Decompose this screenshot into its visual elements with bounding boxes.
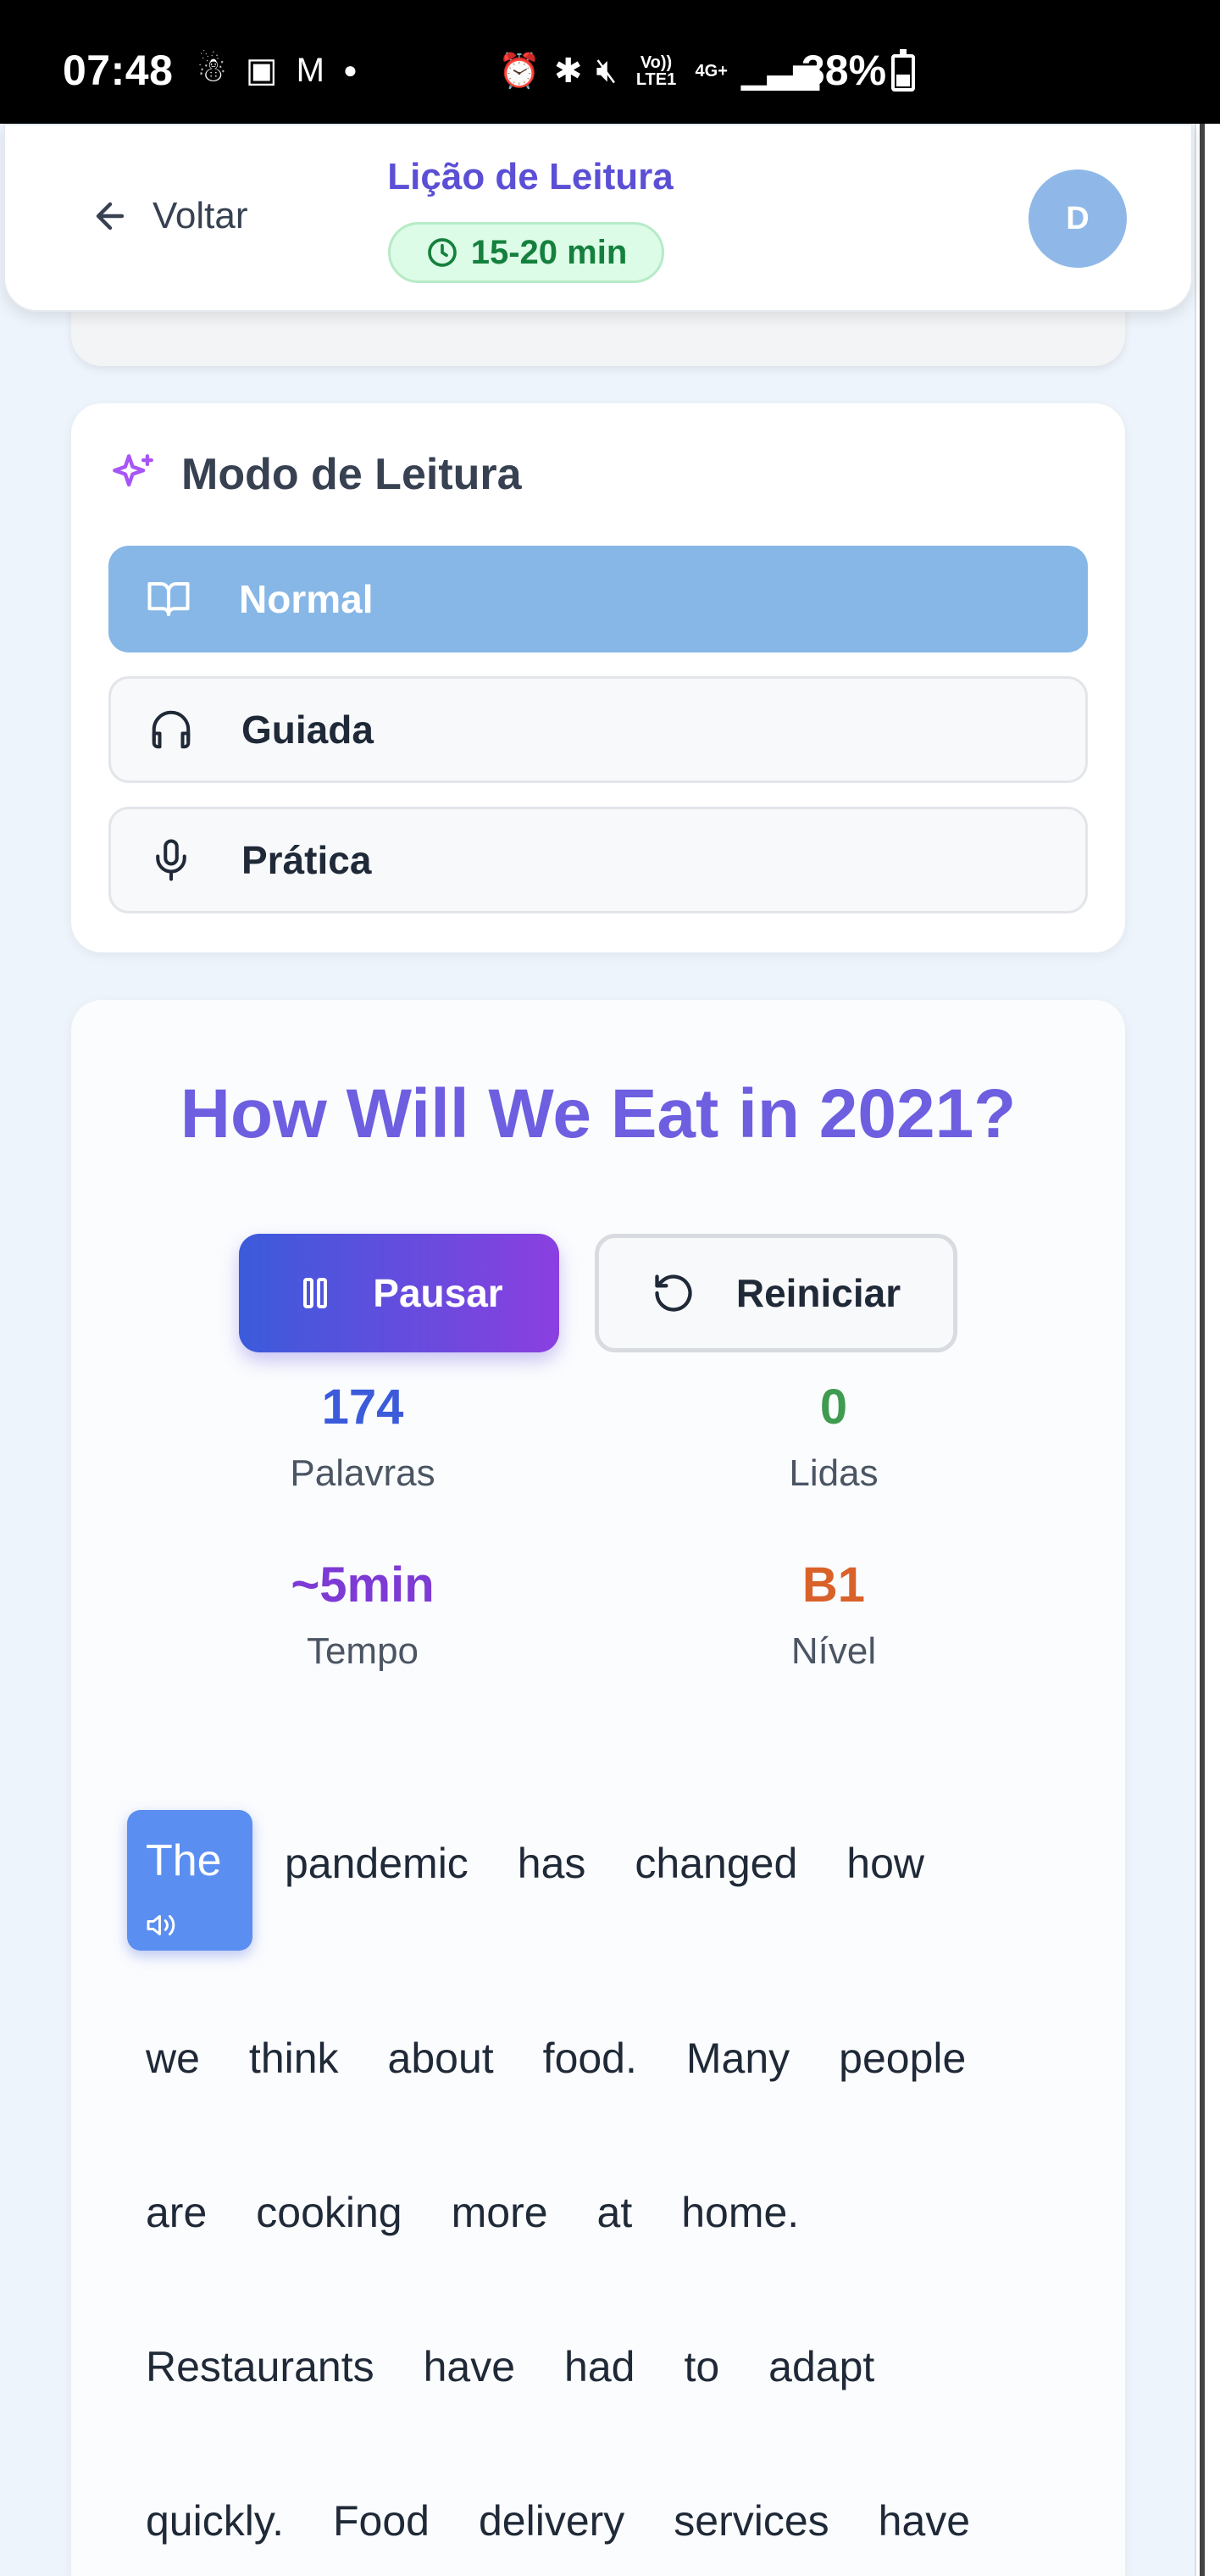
rotate-ccw-icon — [655, 1274, 692, 1312]
word[interactable]: have — [424, 2342, 515, 2391]
arrow-left-icon — [96, 202, 125, 230]
word[interactable]: cooking — [256, 2188, 402, 2237]
mode-option-guided[interactable]: Guiada — [108, 676, 1088, 783]
word[interactable]: about — [388, 2034, 494, 2083]
gmail-icon: M — [296, 51, 324, 89]
status-bar: 07:48 ☃ ▣ M ● ⏰ ✱ 🔇︎ Vo)) LTE1 4G+ ▁▃▅ 3… — [0, 0, 1220, 124]
mode-label: Normal — [239, 577, 374, 621]
clock-icon — [427, 238, 457, 267]
android-icon: ☃ — [197, 52, 227, 89]
lesson-title: How Will We Eat in 2021? — [180, 1075, 1017, 1152]
battery-percent: 38% — [801, 47, 887, 94]
page-title: Lição de Leitura — [387, 156, 674, 197]
back-button[interactable]: Voltar — [90, 195, 248, 237]
pause-button[interactable]: Pausar — [239, 1234, 559, 1352]
lesson-card: How Will We Eat in 2021? Pausar Reinicia… — [71, 1000, 1125, 2576]
word[interactable]: Many — [686, 2034, 790, 2083]
text-line: quickly. Food delivery services have — [146, 2496, 1019, 2545]
word[interactable]: adapt — [768, 2342, 874, 2391]
word[interactable]: changed — [635, 1839, 797, 1888]
word[interactable]: we — [146, 2034, 200, 2083]
system-icons: ⏰ ✱ 🔇︎ Vo)) LTE1 4G+ ▁▃▅ — [498, 51, 819, 91]
headphones-icon — [152, 710, 191, 749]
word[interactable]: has — [518, 1839, 586, 1888]
text-line: are cooking more at home. — [146, 2188, 848, 2237]
scrollbar[interactable] — [1195, 124, 1220, 2576]
volte-icon: Vo)) LTE1 — [635, 53, 677, 89]
text-line: The pandemic has changed how — [127, 1810, 973, 1951]
status-time: 07:48 — [63, 47, 174, 94]
word[interactable]: think — [249, 2034, 339, 2083]
restart-label: Reiniciar — [735, 1271, 901, 1315]
stat-time: ~5min Tempo — [236, 1556, 490, 1674]
current-word[interactable]: The — [127, 1810, 252, 1951]
word[interactable]: food. — [543, 2034, 637, 2083]
gallery-icon: ▣ — [245, 52, 278, 89]
word[interactable]: people — [839, 2034, 966, 2083]
word[interactable]: had — [564, 2342, 635, 2391]
stat-words-label: Palavras — [290, 1452, 435, 1494]
pause-icon — [303, 1278, 328, 1308]
word: The — [146, 1836, 222, 1885]
stat-level-label: Nível — [790, 1630, 877, 1672]
word[interactable]: quickly. — [146, 2496, 284, 2545]
book-open-icon — [147, 581, 190, 617]
back-label: Voltar — [152, 195, 248, 236]
duration-badge: 15-20 min — [388, 222, 664, 283]
word[interactable]: pandemic — [285, 1839, 469, 1888]
mute-icon: 🔇︎ — [596, 52, 618, 89]
speaker-icon — [147, 1915, 175, 1935]
word[interactable]: Restaurants — [146, 2342, 374, 2391]
stat-level-value: B1 — [801, 1557, 866, 1613]
word[interactable]: have — [879, 2496, 970, 2545]
mode-label: Prática — [241, 838, 372, 882]
top-header: Voltar Lição de Leitura 15-20 min D — [3, 124, 1193, 312]
stat-time-label: Tempo — [306, 1630, 419, 1672]
battery-icon — [891, 49, 915, 92]
word[interactable]: Food — [333, 2496, 430, 2545]
text-line: we think about food. Many people — [146, 2034, 1015, 2083]
pause-label: Pausar — [373, 1271, 503, 1315]
word[interactable]: how — [846, 1839, 924, 1888]
word[interactable]: home. — [681, 2188, 799, 2237]
microphone-icon — [156, 839, 186, 881]
duration-label: 15-20 min — [470, 233, 628, 271]
word[interactable]: are — [146, 2188, 207, 2237]
word[interactable]: services — [674, 2496, 829, 2545]
stat-level: B1 Nível — [707, 1556, 961, 1674]
stat-time-value: ~5min — [291, 1557, 435, 1613]
word[interactable]: at — [597, 2188, 633, 2237]
mode-option-practice[interactable]: Prática — [108, 807, 1088, 913]
alarm-icon: ⏰ — [498, 53, 541, 90]
sparkles-icon — [113, 454, 153, 487]
avatar[interactable]: D — [1029, 169, 1127, 268]
reading-mode-card: Modo de Leitura Normal Guiada Prática — [71, 403, 1125, 952]
network-4g-icon: 4G+ — [695, 61, 728, 80]
reading-mode-heading: Modo de Leitura — [108, 449, 522, 500]
reading-mode-title: Modo de Leitura — [181, 450, 522, 499]
stat-read: 0 Lidas — [707, 1378, 961, 1496]
notification-icons: ☃ ▣ M ● — [197, 51, 358, 90]
stat-read-value: 0 — [819, 1380, 848, 1435]
text-line: Restaurants have had to adapt — [146, 2342, 923, 2391]
stat-words-value: 174 — [321, 1380, 404, 1435]
mode-label: Guiada — [241, 708, 374, 752]
restart-button[interactable]: Reiniciar — [595, 1234, 957, 1352]
dot-icon: ● — [342, 57, 358, 83]
word[interactable]: more — [452, 2188, 548, 2237]
stat-words: 174 Palavras — [236, 1378, 490, 1496]
stat-read-label: Lidas — [789, 1452, 879, 1494]
bluetooth-icon: ✱ — [553, 52, 583, 90]
word[interactable]: delivery — [479, 2496, 624, 2545]
word[interactable]: to — [684, 2342, 719, 2391]
mode-option-normal[interactable]: Normal — [108, 546, 1088, 652]
